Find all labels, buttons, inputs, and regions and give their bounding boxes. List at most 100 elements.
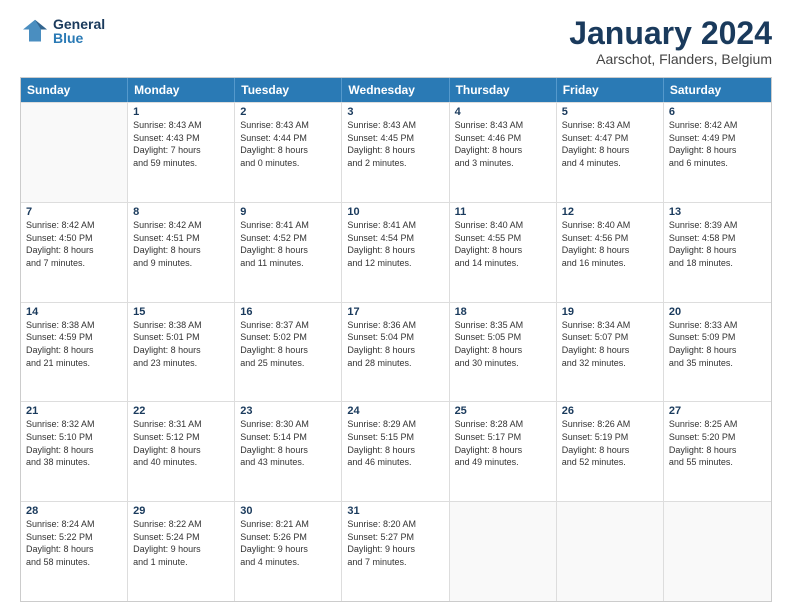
day-number: 22	[133, 405, 229, 417]
day-info: Sunrise: 8:37 AM Sunset: 5:02 PM Dayligh…	[240, 319, 336, 369]
calendar-cell: 31Sunrise: 8:20 AM Sunset: 5:27 PM Dayli…	[342, 502, 449, 601]
calendar-cell: 16Sunrise: 8:37 AM Sunset: 5:02 PM Dayli…	[235, 303, 342, 402]
day-number: 20	[669, 306, 766, 318]
day-number: 25	[455, 405, 551, 417]
calendar-cell: 23Sunrise: 8:30 AM Sunset: 5:14 PM Dayli…	[235, 402, 342, 501]
day-info: Sunrise: 8:36 AM Sunset: 5:04 PM Dayligh…	[347, 319, 443, 369]
day-number: 10	[347, 206, 443, 218]
logo: General Blue	[20, 16, 105, 46]
header-cell-saturday: Saturday	[664, 78, 771, 102]
calendar-cell: 29Sunrise: 8:22 AM Sunset: 5:24 PM Dayli…	[128, 502, 235, 601]
day-info: Sunrise: 8:38 AM Sunset: 5:01 PM Dayligh…	[133, 319, 229, 369]
calendar-week-5: 28Sunrise: 8:24 AM Sunset: 5:22 PM Dayli…	[21, 501, 771, 601]
header-cell-sunday: Sunday	[21, 78, 128, 102]
calendar-cell: 11Sunrise: 8:40 AM Sunset: 4:55 PM Dayli…	[450, 203, 557, 302]
day-number: 4	[455, 106, 551, 118]
header-cell-wednesday: Wednesday	[342, 78, 449, 102]
day-info: Sunrise: 8:22 AM Sunset: 5:24 PM Dayligh…	[133, 518, 229, 568]
day-number: 1	[133, 106, 229, 118]
day-number: 14	[26, 306, 122, 318]
day-info: Sunrise: 8:43 AM Sunset: 4:45 PM Dayligh…	[347, 119, 443, 169]
day-number: 15	[133, 306, 229, 318]
calendar-cell: 3Sunrise: 8:43 AM Sunset: 4:45 PM Daylig…	[342, 103, 449, 202]
day-info: Sunrise: 8:28 AM Sunset: 5:17 PM Dayligh…	[455, 418, 551, 468]
day-info: Sunrise: 8:43 AM Sunset: 4:44 PM Dayligh…	[240, 119, 336, 169]
day-number: 9	[240, 206, 336, 218]
day-info: Sunrise: 8:21 AM Sunset: 5:26 PM Dayligh…	[240, 518, 336, 568]
calendar-cell: 2Sunrise: 8:43 AM Sunset: 4:44 PM Daylig…	[235, 103, 342, 202]
day-info: Sunrise: 8:43 AM Sunset: 4:46 PM Dayligh…	[455, 119, 551, 169]
logo-icon	[20, 16, 50, 46]
day-info: Sunrise: 8:34 AM Sunset: 5:07 PM Dayligh…	[562, 319, 658, 369]
day-info: Sunrise: 8:41 AM Sunset: 4:54 PM Dayligh…	[347, 219, 443, 269]
day-info: Sunrise: 8:43 AM Sunset: 4:47 PM Dayligh…	[562, 119, 658, 169]
day-number: 21	[26, 405, 122, 417]
day-number: 13	[669, 206, 766, 218]
day-info: Sunrise: 8:43 AM Sunset: 4:43 PM Dayligh…	[133, 119, 229, 169]
title-block: January 2024 Aarschot, Flanders, Belgium	[569, 16, 772, 67]
day-number: 16	[240, 306, 336, 318]
day-number: 7	[26, 206, 122, 218]
day-number: 29	[133, 505, 229, 517]
day-info: Sunrise: 8:25 AM Sunset: 5:20 PM Dayligh…	[669, 418, 766, 468]
calendar-cell	[21, 103, 128, 202]
calendar-cell: 26Sunrise: 8:26 AM Sunset: 5:19 PM Dayli…	[557, 402, 664, 501]
calendar-cell: 25Sunrise: 8:28 AM Sunset: 5:17 PM Dayli…	[450, 402, 557, 501]
day-info: Sunrise: 8:41 AM Sunset: 4:52 PM Dayligh…	[240, 219, 336, 269]
day-number: 19	[562, 306, 658, 318]
day-number: 24	[347, 405, 443, 417]
calendar-cell: 21Sunrise: 8:32 AM Sunset: 5:10 PM Dayli…	[21, 402, 128, 501]
logo-name: General Blue	[53, 17, 105, 45]
calendar-cell: 27Sunrise: 8:25 AM Sunset: 5:20 PM Dayli…	[664, 402, 771, 501]
day-info: Sunrise: 8:31 AM Sunset: 5:12 PM Dayligh…	[133, 418, 229, 468]
calendar-cell: 10Sunrise: 8:41 AM Sunset: 4:54 PM Dayli…	[342, 203, 449, 302]
day-number: 26	[562, 405, 658, 417]
day-info: Sunrise: 8:40 AM Sunset: 4:55 PM Dayligh…	[455, 219, 551, 269]
day-info: Sunrise: 8:42 AM Sunset: 4:49 PM Dayligh…	[669, 119, 766, 169]
calendar-title: January 2024	[569, 16, 772, 51]
day-number: 5	[562, 106, 658, 118]
calendar-cell: 22Sunrise: 8:31 AM Sunset: 5:12 PM Dayli…	[128, 402, 235, 501]
calendar-cell: 7Sunrise: 8:42 AM Sunset: 4:50 PM Daylig…	[21, 203, 128, 302]
header-cell-friday: Friday	[557, 78, 664, 102]
day-number: 18	[455, 306, 551, 318]
header-cell-thursday: Thursday	[450, 78, 557, 102]
day-info: Sunrise: 8:38 AM Sunset: 4:59 PM Dayligh…	[26, 319, 122, 369]
calendar-cell	[557, 502, 664, 601]
calendar-cell: 18Sunrise: 8:35 AM Sunset: 5:05 PM Dayli…	[450, 303, 557, 402]
day-number: 12	[562, 206, 658, 218]
calendar-cell: 6Sunrise: 8:42 AM Sunset: 4:49 PM Daylig…	[664, 103, 771, 202]
day-number: 17	[347, 306, 443, 318]
calendar-cell: 17Sunrise: 8:36 AM Sunset: 5:04 PM Dayli…	[342, 303, 449, 402]
day-info: Sunrise: 8:20 AM Sunset: 5:27 PM Dayligh…	[347, 518, 443, 568]
day-number: 8	[133, 206, 229, 218]
calendar-cell: 5Sunrise: 8:43 AM Sunset: 4:47 PM Daylig…	[557, 103, 664, 202]
calendar-cell: 19Sunrise: 8:34 AM Sunset: 5:07 PM Dayli…	[557, 303, 664, 402]
day-info: Sunrise: 8:33 AM Sunset: 5:09 PM Dayligh…	[669, 319, 766, 369]
day-number: 2	[240, 106, 336, 118]
calendar-cell	[664, 502, 771, 601]
day-number: 23	[240, 405, 336, 417]
day-number: 11	[455, 206, 551, 218]
day-info: Sunrise: 8:42 AM Sunset: 4:51 PM Dayligh…	[133, 219, 229, 269]
day-number: 27	[669, 405, 766, 417]
calendar-cell: 24Sunrise: 8:29 AM Sunset: 5:15 PM Dayli…	[342, 402, 449, 501]
page: General Blue January 2024 Aarschot, Flan…	[0, 0, 792, 612]
day-info: Sunrise: 8:32 AM Sunset: 5:10 PM Dayligh…	[26, 418, 122, 468]
day-number: 30	[240, 505, 336, 517]
calendar-body: 1Sunrise: 8:43 AM Sunset: 4:43 PM Daylig…	[21, 102, 771, 601]
logo-general-text: General	[53, 17, 105, 31]
calendar-cell: 12Sunrise: 8:40 AM Sunset: 4:56 PM Dayli…	[557, 203, 664, 302]
calendar-cell: 30Sunrise: 8:21 AM Sunset: 5:26 PM Dayli…	[235, 502, 342, 601]
day-info: Sunrise: 8:35 AM Sunset: 5:05 PM Dayligh…	[455, 319, 551, 369]
day-info: Sunrise: 8:40 AM Sunset: 4:56 PM Dayligh…	[562, 219, 658, 269]
calendar-header-row: SundayMondayTuesdayWednesdayThursdayFrid…	[21, 78, 771, 102]
calendar-week-2: 7Sunrise: 8:42 AM Sunset: 4:50 PM Daylig…	[21, 202, 771, 302]
header-cell-tuesday: Tuesday	[235, 78, 342, 102]
day-info: Sunrise: 8:42 AM Sunset: 4:50 PM Dayligh…	[26, 219, 122, 269]
calendar-week-3: 14Sunrise: 8:38 AM Sunset: 4:59 PM Dayli…	[21, 302, 771, 402]
day-info: Sunrise: 8:30 AM Sunset: 5:14 PM Dayligh…	[240, 418, 336, 468]
calendar-cell: 20Sunrise: 8:33 AM Sunset: 5:09 PM Dayli…	[664, 303, 771, 402]
day-number: 6	[669, 106, 766, 118]
calendar-cell: 28Sunrise: 8:24 AM Sunset: 5:22 PM Dayli…	[21, 502, 128, 601]
